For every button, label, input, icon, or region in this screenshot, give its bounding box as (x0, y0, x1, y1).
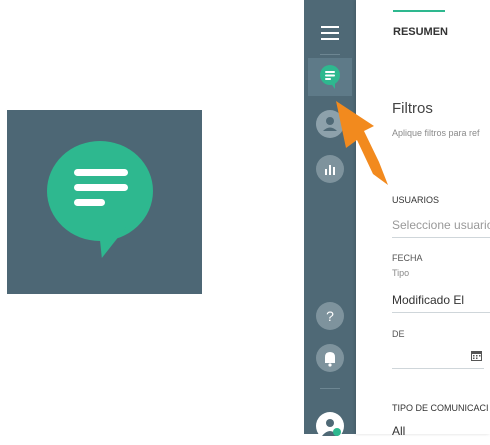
user-icon[interactable] (316, 110, 344, 138)
zoom-bubble-tail (91, 222, 131, 258)
zoom-line-2 (74, 184, 128, 191)
date-type-underline (392, 312, 490, 313)
zoom-line-1 (74, 169, 128, 176)
comm-type-label: TIPO DE COMUNICACI (392, 403, 489, 413)
main-panel: RESUMEN Filtros Aplique filtros para ref… (356, 0, 490, 438)
bell-icon[interactable] (316, 344, 344, 372)
chat-icon (320, 65, 340, 89)
users-select[interactable]: Seleccione usuario (392, 218, 490, 232)
sidebar: ? (304, 0, 356, 440)
filters-title: Filtros (392, 100, 433, 117)
sidebar-separator (320, 54, 340, 55)
tab-active-indicator (393, 10, 445, 12)
date-label: FECHA (392, 253, 423, 263)
tab-resumen[interactable]: RESUMEN (393, 26, 448, 38)
calendar-icon[interactable] (471, 350, 482, 361)
help-icon[interactable]: ? (316, 302, 344, 330)
menu-icon[interactable] (321, 26, 339, 44)
chart-icon[interactable] (316, 155, 344, 183)
from-label: DE (392, 329, 405, 339)
users-label: USUARIOS (392, 195, 440, 205)
from-underline (392, 368, 484, 369)
sidebar-separator-2 (320, 388, 340, 389)
zoom-line-3 (74, 199, 105, 206)
sidebar-item-chat[interactable] (308, 58, 352, 96)
comm-type-select[interactable]: All (392, 424, 405, 438)
users-underline (392, 237, 490, 238)
zoomed-chat-icon-inset (7, 110, 202, 294)
filters-subtitle: Aplique filtros para ref (392, 128, 480, 138)
date-type-label: Tipo (392, 268, 410, 278)
avatar-icon[interactable] (316, 412, 344, 440)
date-type-select[interactable]: Modificado El (392, 293, 464, 307)
